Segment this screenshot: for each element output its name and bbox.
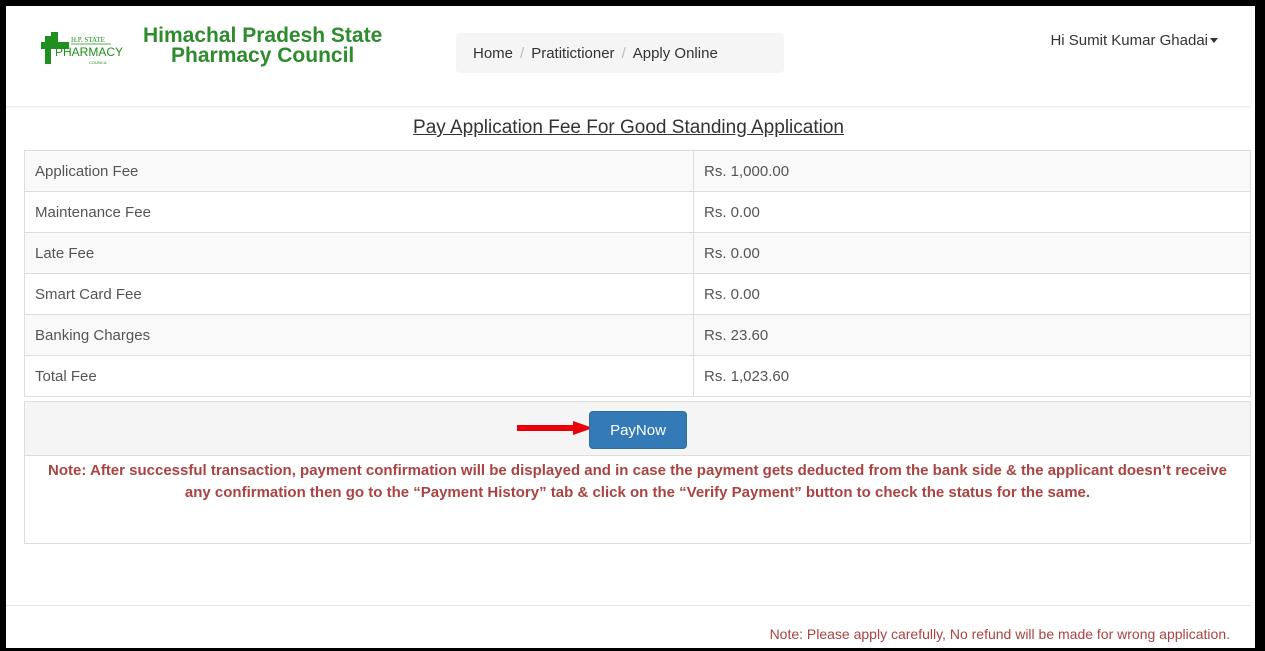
site-header: H.P. STATE PHARMACY COUNCIL Himachal Pra… xyxy=(6,6,1251,106)
fee-label: Maintenance Fee xyxy=(24,191,694,233)
breadcrumb-separator: / xyxy=(520,44,525,62)
fee-label: Late Fee xyxy=(24,232,694,274)
pharmacy-council-logo[interactable]: H.P. STATE PHARMACY COUNCIL xyxy=(41,28,136,68)
breadcrumb-home[interactable]: Home xyxy=(473,45,513,62)
breadcrumb-apply-online: Apply Online xyxy=(632,44,718,62)
brand-line-2: Pharmacy Council xyxy=(171,44,355,67)
table-row: Maintenance Fee Rs. 0.00 xyxy=(24,191,1251,233)
user-greeting[interactable]: Hi Sumit Kumar Ghadai xyxy=(1050,32,1208,49)
fee-value: Rs. 1,000.00 xyxy=(693,150,1251,192)
fee-label: Banking Charges xyxy=(24,314,694,356)
brand-line-1: Himachal Pradesh State xyxy=(143,24,383,47)
page-title: Pay Application Fee For Good Standing Ap… xyxy=(413,117,844,138)
fee-label: Smart Card Fee xyxy=(24,273,694,315)
fee-value: Rs. 0.00 xyxy=(693,273,1251,315)
table-row: Smart Card Fee Rs. 0.00 xyxy=(24,273,1251,315)
user-menu[interactable]: Hi Sumit Kumar Ghadai xyxy=(1050,32,1218,49)
pay-action-row: PayNow xyxy=(24,401,1251,456)
svg-text:PHARMACY: PHARMACY xyxy=(55,45,123,59)
fee-table: Application Fee Rs. 1,000.00 Maintenance… xyxy=(24,150,1251,397)
chevron-down-icon[interactable] xyxy=(1210,38,1218,43)
brand-name: Himachal Pradesh State Pharmacy Council xyxy=(143,24,383,67)
table-row: Application Fee Rs. 1,000.00 xyxy=(24,150,1251,192)
arrow-right-icon xyxy=(517,421,593,435)
table-row: Total Fee Rs. 1,023.60 xyxy=(24,355,1251,397)
table-row: Banking Charges Rs. 23.60 xyxy=(24,314,1251,356)
payment-note: Note: After successful transaction, paym… xyxy=(24,456,1251,544)
breadcrumb-practitioner[interactable]: Pratitictioner xyxy=(531,45,614,62)
fee-value: Rs. 0.00 xyxy=(693,191,1251,233)
footer-divider xyxy=(6,605,1251,606)
fee-value: Rs. 23.60 xyxy=(693,314,1251,356)
fee-label: Total Fee xyxy=(24,355,694,397)
fee-value: Rs. 0.00 xyxy=(693,232,1251,274)
pay-now-button[interactable]: PayNow xyxy=(589,411,687,449)
breadcrumb-separator: / xyxy=(621,44,626,62)
fee-label: Application Fee xyxy=(24,150,694,192)
fee-value: Rs. 1,023.60 xyxy=(693,355,1251,397)
footer-note: Note: Please apply carefully, No refund … xyxy=(769,626,1230,642)
breadcrumb: Home / Pratitictioner / Apply Online xyxy=(456,33,784,73)
svg-text:H.P. STATE: H.P. STATE xyxy=(71,36,105,44)
svg-text:COUNCIL: COUNCIL xyxy=(89,60,108,65)
table-row: Late Fee Rs. 0.00 xyxy=(24,232,1251,274)
